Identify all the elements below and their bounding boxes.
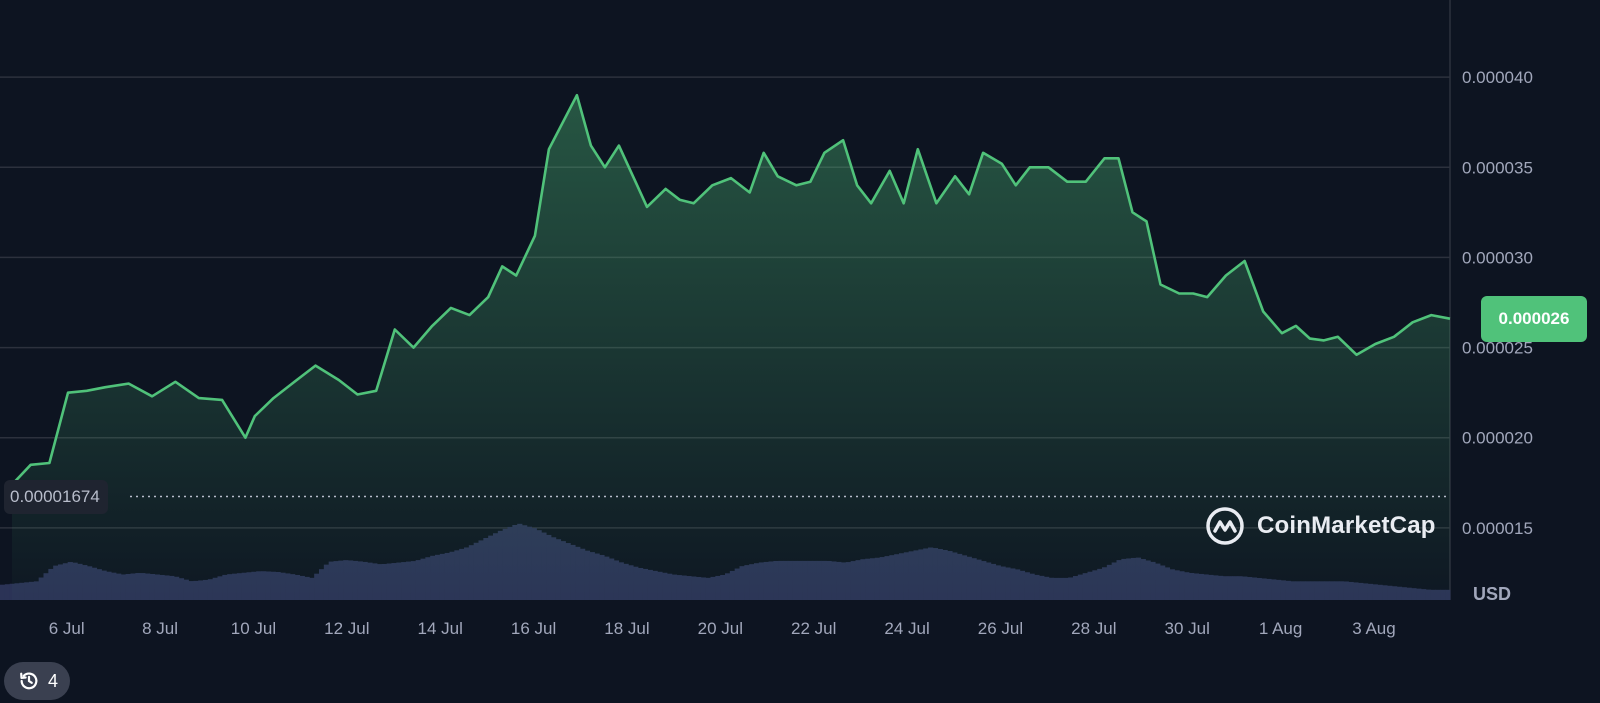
y-tick-label: 0.000020 [1462, 429, 1533, 448]
x-tick-label: 14 Jul [418, 619, 463, 638]
current-price-label: 0.000026 [1481, 296, 1587, 342]
x-tick-label: 26 Jul [978, 619, 1023, 638]
history-clock-icon [20, 672, 38, 690]
x-tick-label: 16 Jul [511, 619, 556, 638]
y-tick-label: 0.000035 [1462, 158, 1533, 177]
x-tick-label: 18 Jul [604, 619, 649, 638]
x-tick-label: 30 Jul [1165, 619, 1210, 638]
x-tick-label: 22 Jul [791, 619, 836, 638]
history-button[interactable]: 4 [4, 662, 71, 700]
x-tick-label: 10 Jul [231, 619, 276, 638]
y-tick-label: 0.000030 [1462, 248, 1533, 267]
volume-bar [4, 584, 11, 600]
open-price-label: 0.00001674 [4, 480, 108, 514]
x-tick-label: 1 Aug [1259, 619, 1303, 638]
x-tick-label: 28 Jul [1071, 619, 1116, 638]
price-chart[interactable]: 0.0000400.0000350.0000300.0000250.000020… [0, 0, 1600, 703]
x-tick-label: 24 Jul [884, 619, 929, 638]
x-axis: 6 Jul 8 Jul 10 Jul 12 Jul 14 Jul 16 Jul 18 Jul… [49, 619, 1396, 638]
x-tick-label: 6 Jul [49, 619, 85, 638]
history-count: 4 [48, 670, 59, 691]
y-tick-label: 0.000015 [1462, 519, 1533, 538]
x-tick-label: 3 Aug [1352, 619, 1396, 638]
x-tick-label: 8 Jul [142, 619, 178, 638]
volume-bar [0, 584, 6, 600]
y-tick-label: 0.000040 [1462, 68, 1533, 87]
x-tick-label: 12 Jul [324, 619, 369, 638]
coinmarketcap-logo-icon [1206, 507, 1244, 545]
chart-container: 0.000040 0.000035 0.000030 0.000025 0.000020… [0, 0, 1600, 703]
x-tick-label: 20 Jul [698, 619, 743, 638]
brand-watermark: CoinMarketCap [1205, 506, 1436, 546]
currency-unit: USD [1473, 584, 1511, 604]
brand-name: CoinMarketCap [1257, 512, 1436, 539]
